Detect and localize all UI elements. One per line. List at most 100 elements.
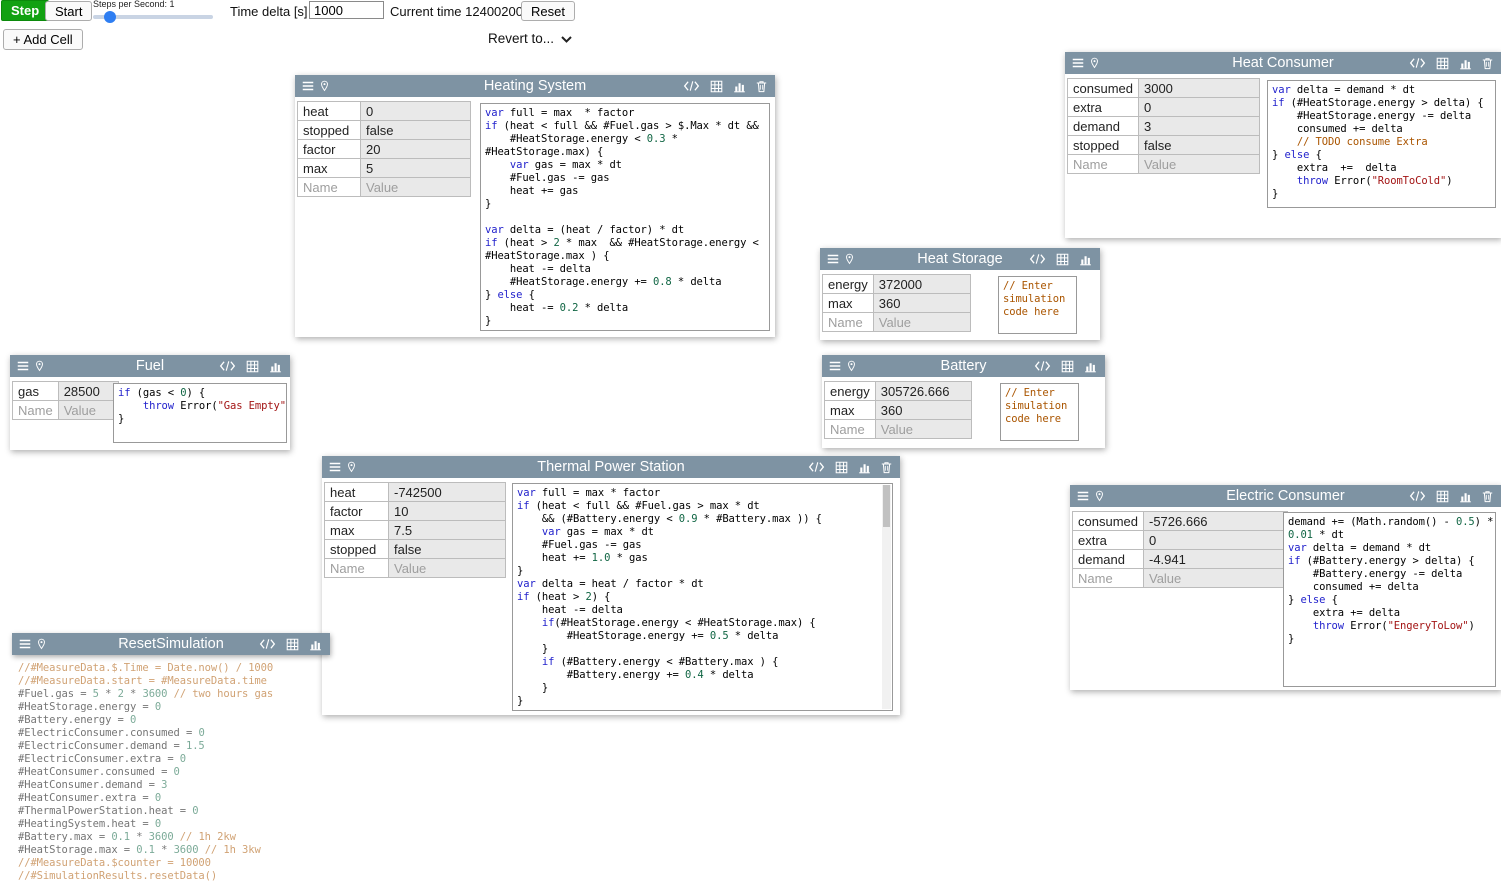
variable-name-cell[interactable]: max xyxy=(825,401,876,420)
trash-icon[interactable] xyxy=(1482,57,1493,70)
menu-icon[interactable] xyxy=(18,637,32,651)
chart-icon[interactable] xyxy=(1459,490,1472,503)
variable-name-cell[interactable]: demand xyxy=(1068,117,1139,136)
panel-header[interactable]: Heating System xyxy=(295,75,775,97)
menu-icon[interactable] xyxy=(16,359,30,373)
variable-name-cell[interactable]: Name xyxy=(1073,569,1144,588)
trash-icon[interactable] xyxy=(756,80,767,93)
variable-value-cell[interactable]: Value xyxy=(873,313,970,332)
pin-icon[interactable] xyxy=(1094,489,1105,503)
variable-name-cell[interactable]: Name xyxy=(823,313,874,332)
pin-icon[interactable] xyxy=(346,460,357,474)
code-editor[interactable]: var delta = demand * dtif (#HeatStorage.… xyxy=(1267,80,1496,208)
variable-value-cell[interactable]: 360 xyxy=(875,401,971,420)
variable-name-cell[interactable]: Name xyxy=(825,420,876,439)
variable-name-cell[interactable]: heat xyxy=(298,102,361,121)
pin-icon[interactable] xyxy=(846,359,857,373)
variable-name-cell[interactable]: extra xyxy=(1068,98,1139,117)
variable-value-cell[interactable]: Value xyxy=(875,420,971,439)
variable-name-cell[interactable]: heat xyxy=(325,483,389,502)
variable-name-cell[interactable]: consumed xyxy=(1073,512,1144,531)
code-icon[interactable] xyxy=(259,638,276,650)
variable-name-cell[interactable]: stopped xyxy=(325,540,389,559)
pin-icon[interactable] xyxy=(36,637,47,651)
menu-icon[interactable] xyxy=(1076,489,1090,503)
variable-name-cell[interactable]: energy xyxy=(825,382,876,401)
pin-icon[interactable] xyxy=(319,79,330,93)
variable-value-cell[interactable]: Value xyxy=(1138,155,1259,174)
chart-icon[interactable] xyxy=(733,80,746,93)
trash-icon[interactable] xyxy=(881,461,892,474)
revert-dropdown[interactable]: Revert to... xyxy=(488,31,572,46)
variable-value-cell[interactable]: 0 xyxy=(361,102,471,121)
pin-icon[interactable] xyxy=(1089,56,1100,70)
panel-header[interactable]: Electric Consumer xyxy=(1070,485,1501,507)
menu-icon[interactable] xyxy=(828,359,842,373)
code-editor[interactable]: // Enter simulation code here xyxy=(998,276,1077,334)
variable-name-cell[interactable]: extra xyxy=(1073,531,1144,550)
time-delta-input[interactable] xyxy=(309,1,384,19)
variable-name-cell[interactable]: Name xyxy=(298,178,361,197)
chart-icon[interactable] xyxy=(858,461,871,474)
table-icon[interactable] xyxy=(1061,360,1074,373)
code-icon[interactable] xyxy=(219,360,236,372)
panel-header[interactable]: Heat Consumer xyxy=(1065,52,1501,74)
panel-header[interactable]: Battery xyxy=(822,355,1105,377)
variable-name-cell[interactable]: consumed xyxy=(1068,79,1139,98)
scrollbar-thumb[interactable] xyxy=(883,485,890,527)
panel-header[interactable]: Fuel xyxy=(10,355,290,377)
chart-icon[interactable] xyxy=(1459,57,1472,70)
menu-icon[interactable] xyxy=(826,252,840,266)
code-editor[interactable]: demand += (Math.random() - 0.5) *0.01 * … xyxy=(1283,512,1496,687)
code-icon[interactable] xyxy=(683,80,700,92)
variable-name-cell[interactable]: factor xyxy=(325,502,389,521)
variable-name-cell[interactable]: Name xyxy=(1068,155,1139,174)
code-editor[interactable]: if (gas < 0) { throw Error("Gas Empty")} xyxy=(113,383,287,443)
code-icon[interactable] xyxy=(1034,360,1051,372)
variable-name-cell[interactable]: Name xyxy=(13,401,59,420)
code-editor[interactable]: var full = max * factorif (heat < full &… xyxy=(480,103,770,331)
variable-value-cell[interactable]: 10 xyxy=(389,502,506,521)
variable-value-cell[interactable]: 0 xyxy=(1138,98,1259,117)
variable-value-cell[interactable]: 20 xyxy=(361,140,471,159)
variable-value-cell[interactable]: 305726.666 xyxy=(875,382,971,401)
panel-header[interactable]: ResetSimulation xyxy=(12,633,330,655)
table-icon[interactable] xyxy=(1056,253,1069,266)
variable-name-cell[interactable]: max xyxy=(298,159,361,178)
code-icon[interactable] xyxy=(1029,253,1046,265)
variable-value-cell[interactable]: -742500 xyxy=(389,483,506,502)
variable-value-cell[interactable]: Value xyxy=(389,559,506,578)
code-icon[interactable] xyxy=(1409,57,1426,69)
variable-name-cell[interactable]: max xyxy=(823,294,874,313)
variable-name-cell[interactable]: energy xyxy=(823,275,874,294)
variable-value-cell[interactable]: 3000 xyxy=(1138,79,1259,98)
variable-value-cell[interactable]: Value xyxy=(361,178,471,197)
chart-icon[interactable] xyxy=(309,638,322,651)
variable-value-cell[interactable]: 360 xyxy=(873,294,970,313)
code-icon[interactable] xyxy=(808,461,825,473)
chart-icon[interactable] xyxy=(269,360,282,373)
table-icon[interactable] xyxy=(1436,57,1449,70)
menu-icon[interactable] xyxy=(301,79,315,93)
scrollbar[interactable] xyxy=(882,485,891,709)
code-editor[interactable]: var full = max * factorif (heat < full &… xyxy=(512,483,893,711)
variable-value-cell[interactable]: 5 xyxy=(361,159,471,178)
variable-value-cell[interactable]: Value xyxy=(1143,569,1287,588)
variable-value-cell[interactable]: false xyxy=(361,121,471,140)
panel-header[interactable]: Heat Storage xyxy=(820,248,1100,270)
table-icon[interactable] xyxy=(835,461,848,474)
pin-icon[interactable] xyxy=(844,252,855,266)
table-icon[interactable] xyxy=(286,638,299,651)
table-icon[interactable] xyxy=(1436,490,1449,503)
step-button[interactable]: Step xyxy=(1,0,49,21)
variable-name-cell[interactable]: stopped xyxy=(298,121,361,140)
variable-value-cell[interactable]: false xyxy=(1138,136,1259,155)
pin-icon[interactable] xyxy=(34,359,45,373)
trash-icon[interactable] xyxy=(1482,490,1493,503)
reset-button[interactable]: Reset xyxy=(521,1,575,21)
variable-value-cell[interactable]: Value xyxy=(58,401,118,420)
variable-value-cell[interactable]: 3 xyxy=(1138,117,1259,136)
add-cell-button[interactable]: + Add Cell xyxy=(3,29,83,50)
code-icon[interactable] xyxy=(1409,490,1426,502)
panel-header[interactable]: Thermal Power Station xyxy=(322,456,900,478)
